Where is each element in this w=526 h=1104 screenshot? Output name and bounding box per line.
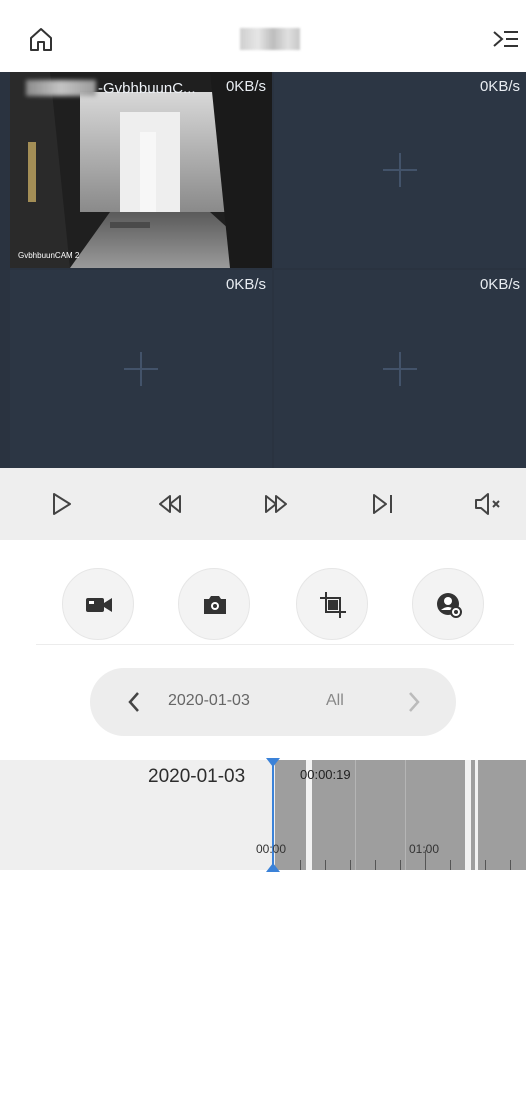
face-detect-icon <box>437 593 462 618</box>
page-title <box>240 28 300 50</box>
recording-gap <box>475 760 478 870</box>
top-bar <box>0 0 526 72</box>
camera-name-blur <box>26 80 96 96</box>
timeline-date: 2020-01-03 <box>148 766 246 787</box>
record-type-filter[interactable]: All <box>326 692 344 710</box>
camera-osd-label: GvbhbuunCAM 2 <box>18 251 80 260</box>
camera-name: -GvbhbuunC... <box>98 80 196 97</box>
add-camera-icon[interactable] <box>124 352 158 386</box>
crop-button[interactable] <box>296 568 368 640</box>
crop-icon <box>320 592 346 618</box>
next-frame-icon[interactable] <box>364 486 400 522</box>
bitrate-label: 0KB/s <box>479 276 520 293</box>
video-tile-4[interactable]: 0KB/s <box>274 270 526 468</box>
timeline-tick-label: 00:00 <box>256 842 287 856</box>
add-camera-icon[interactable] <box>383 352 417 386</box>
video-tile-1[interactable]: -GvbhbuunC... 0KB/s GvbhbuunCAM 2 <box>10 72 272 268</box>
video-grid: -GvbhbuunC... 0KB/s GvbhbuunCAM 2 0KB/s … <box>0 72 526 468</box>
date-selector: 2020-01-03 All <box>90 668 456 736</box>
video-tile-3[interactable]: 0KB/s <box>10 270 272 468</box>
mute-icon[interactable] <box>470 486 506 522</box>
snapshot-icon <box>204 596 226 614</box>
camera-feed-image <box>10 72 272 268</box>
record-icon <box>86 598 112 612</box>
playback-controls <box>0 468 526 540</box>
bitrate-label: 0KB/s <box>225 276 266 293</box>
menu-list-icon[interactable] <box>490 24 520 54</box>
video-tile-2[interactable]: 0KB/s <box>274 72 526 268</box>
record-button[interactable] <box>62 568 134 640</box>
add-camera-icon[interactable] <box>383 153 417 187</box>
rewind-icon[interactable] <box>152 486 188 522</box>
bitrate-label: 0KB/s <box>225 78 266 95</box>
current-time: 00:00:19 <box>300 767 351 782</box>
chevron-left-icon[interactable] <box>124 688 144 721</box>
selected-date[interactable]: 2020-01-03 <box>168 692 250 710</box>
chevron-right-icon[interactable] <box>404 688 424 721</box>
face-detect-button[interactable] <box>412 568 484 640</box>
divider <box>36 644 514 645</box>
play-icon[interactable] <box>44 486 80 522</box>
bitrate-label: 0KB/s <box>479 78 520 95</box>
timeline-tick-label: 01:00 <box>409 842 440 856</box>
snapshot-button[interactable] <box>178 568 250 640</box>
recording-gap <box>465 760 471 870</box>
tools-row <box>0 540 526 644</box>
timeline[interactable]: 2020-01-03 00:00:19 00:00 01:00 <box>0 758 526 872</box>
home-icon[interactable] <box>26 24 56 54</box>
fast-forward-icon[interactable] <box>258 486 294 522</box>
